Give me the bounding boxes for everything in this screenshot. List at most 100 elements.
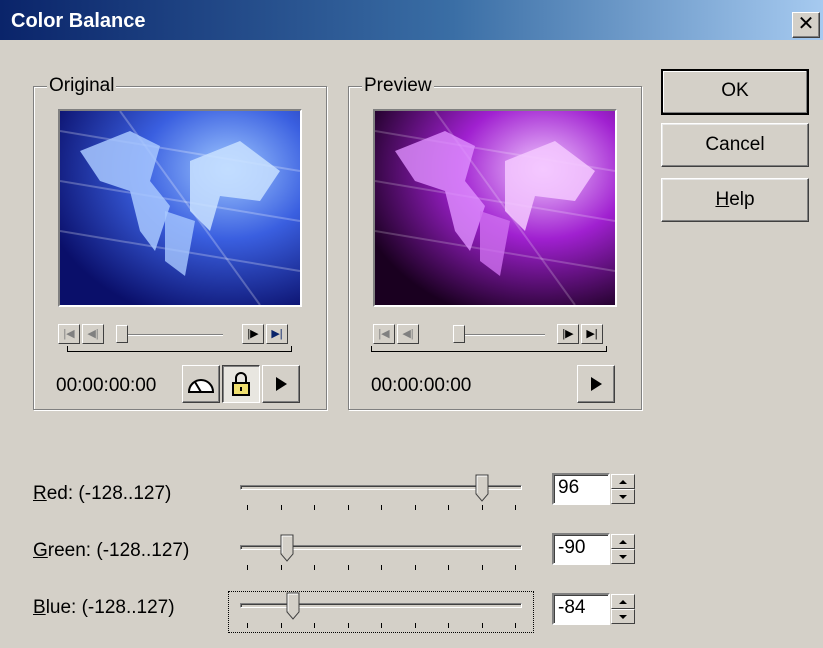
step-forward-icon: |▶	[562, 328, 574, 340]
go-to-end-icon: ▶|	[271, 328, 283, 340]
slider-tick	[381, 623, 382, 628]
help-button-label: Help	[715, 189, 755, 210]
play-icon	[591, 377, 602, 391]
preview-group: Preview |◀ ◀| |▶ ▶| 00:00:00:00	[348, 75, 642, 410]
original-range-bracket	[67, 346, 292, 352]
slider-tick	[482, 565, 483, 570]
green-label: Green: (-128..127)	[33, 540, 189, 562]
blue-label-text: lue: (-128..127)	[45, 597, 175, 618]
green-value: -90	[558, 537, 586, 558]
slider-tick	[348, 565, 349, 570]
lock-button[interactable]	[222, 365, 260, 403]
red-slider-thumb[interactable]	[475, 474, 489, 502]
green-slider-ticks	[247, 565, 516, 571]
close-button[interactable]: ✕	[792, 12, 820, 38]
original-group: Original |◀ ◀| |▶ ▶| 00:00:00:00	[33, 75, 327, 410]
slider-tick	[381, 565, 382, 570]
preview-play-button[interactable]	[577, 365, 615, 403]
green-label-text: reen: (-128..127)	[47, 540, 190, 561]
slider-tick	[314, 565, 315, 570]
red-spin-down-button[interactable]	[611, 489, 635, 504]
blue-value: -84	[558, 597, 586, 618]
go-to-end-icon: ▶|	[586, 328, 598, 340]
original-scrub-thumb[interactable]	[116, 325, 128, 343]
slider-tick	[482, 505, 483, 510]
blue-slider-track[interactable]	[240, 603, 522, 608]
red-slider-ticks	[247, 505, 516, 511]
slider-tick	[348, 623, 349, 628]
gauge-button[interactable]	[182, 365, 220, 403]
blue-spin-up-button[interactable]	[611, 594, 635, 609]
spin-up-icon	[619, 540, 627, 544]
preview-go-to-end-button[interactable]: ▶|	[581, 324, 603, 344]
cancel-button-label: Cancel	[705, 134, 765, 155]
slider-tick	[515, 565, 516, 570]
ok-button-label: OK	[721, 80, 749, 101]
go-to-end-button[interactable]: ▶|	[266, 324, 288, 344]
slider-tick	[415, 505, 416, 510]
slider-tick	[415, 565, 416, 570]
preview-step-back-button[interactable]: ◀|	[397, 324, 419, 344]
go-to-start-icon: |◀	[378, 328, 390, 340]
slider-tick	[515, 505, 516, 510]
spin-up-icon	[619, 480, 627, 484]
spin-down-icon	[619, 615, 627, 619]
spin-up-icon	[619, 600, 627, 604]
green-label-accel: G	[33, 540, 48, 561]
help-button[interactable]: Help	[661, 178, 809, 222]
red-label: Red: (-128..127)	[33, 483, 171, 505]
preview-step-forward-button[interactable]: |▶	[557, 324, 579, 344]
green-slider-thumb[interactable]	[280, 534, 294, 562]
original-image	[60, 111, 300, 305]
lock-icon	[232, 372, 250, 396]
preview-scrub-track[interactable]	[465, 334, 545, 336]
preview-range-bracket	[371, 346, 607, 352]
preview-scrub-thumb[interactable]	[453, 325, 465, 343]
blue-slider-thumb[interactable]	[286, 592, 300, 620]
slider-tick	[281, 565, 282, 570]
original-play-button[interactable]	[262, 365, 300, 403]
red-spinner[interactable]	[611, 474, 635, 504]
preview-image	[375, 111, 615, 305]
preview-go-to-start-button[interactable]: |◀	[373, 324, 395, 344]
preview-group-label: Preview	[362, 75, 434, 97]
slider-tick	[381, 505, 382, 510]
cancel-button[interactable]: Cancel	[661, 123, 809, 167]
step-forward-button[interactable]: |▶	[242, 324, 264, 344]
blue-label-accel: B	[33, 597, 46, 618]
green-spin-down-button[interactable]	[611, 549, 635, 564]
slider-tick	[314, 505, 315, 510]
original-scrub-track[interactable]	[128, 334, 223, 336]
green-spin-up-button[interactable]	[611, 534, 635, 549]
red-label-accel: R	[33, 483, 47, 504]
go-to-start-button[interactable]: |◀	[58, 324, 80, 344]
preview-timecode: 00:00:00:00	[371, 375, 472, 396]
green-value-field[interactable]: -90	[552, 533, 610, 565]
red-value-field[interactable]: 96	[552, 473, 610, 505]
close-icon: ✕	[797, 13, 815, 35]
step-back-icon: ◀|	[87, 328, 99, 340]
blue-value-field[interactable]: -84	[552, 593, 610, 625]
red-spin-up-button[interactable]	[611, 474, 635, 489]
color-balance-dialog: Color Balance ✕ Original |◀ ◀| |▶ ▶| 00:…	[0, 0, 823, 648]
title-bar[interactable]: Color Balance ✕	[0, 0, 823, 42]
step-back-button[interactable]: ◀|	[82, 324, 104, 344]
slider-tick	[515, 623, 516, 628]
slider-tick	[281, 623, 282, 628]
slider-tick	[482, 623, 483, 628]
original-image-frame	[58, 109, 302, 307]
blue-spin-down-button[interactable]	[611, 609, 635, 624]
green-spinner[interactable]	[611, 534, 635, 564]
red-label-text: ed: (-128..127)	[46, 483, 172, 504]
blue-spinner[interactable]	[611, 594, 635, 624]
play-icon	[276, 377, 287, 391]
ok-button[interactable]: OK	[661, 69, 809, 115]
slider-tick	[448, 623, 449, 628]
gauge-icon	[187, 379, 215, 393]
slider-tick	[281, 505, 282, 510]
step-back-icon: ◀|	[402, 328, 414, 340]
slider-tick	[448, 505, 449, 510]
original-timecode: 00:00:00:00	[56, 375, 157, 396]
slider-tick	[314, 623, 315, 628]
window-title: Color Balance	[11, 10, 146, 32]
